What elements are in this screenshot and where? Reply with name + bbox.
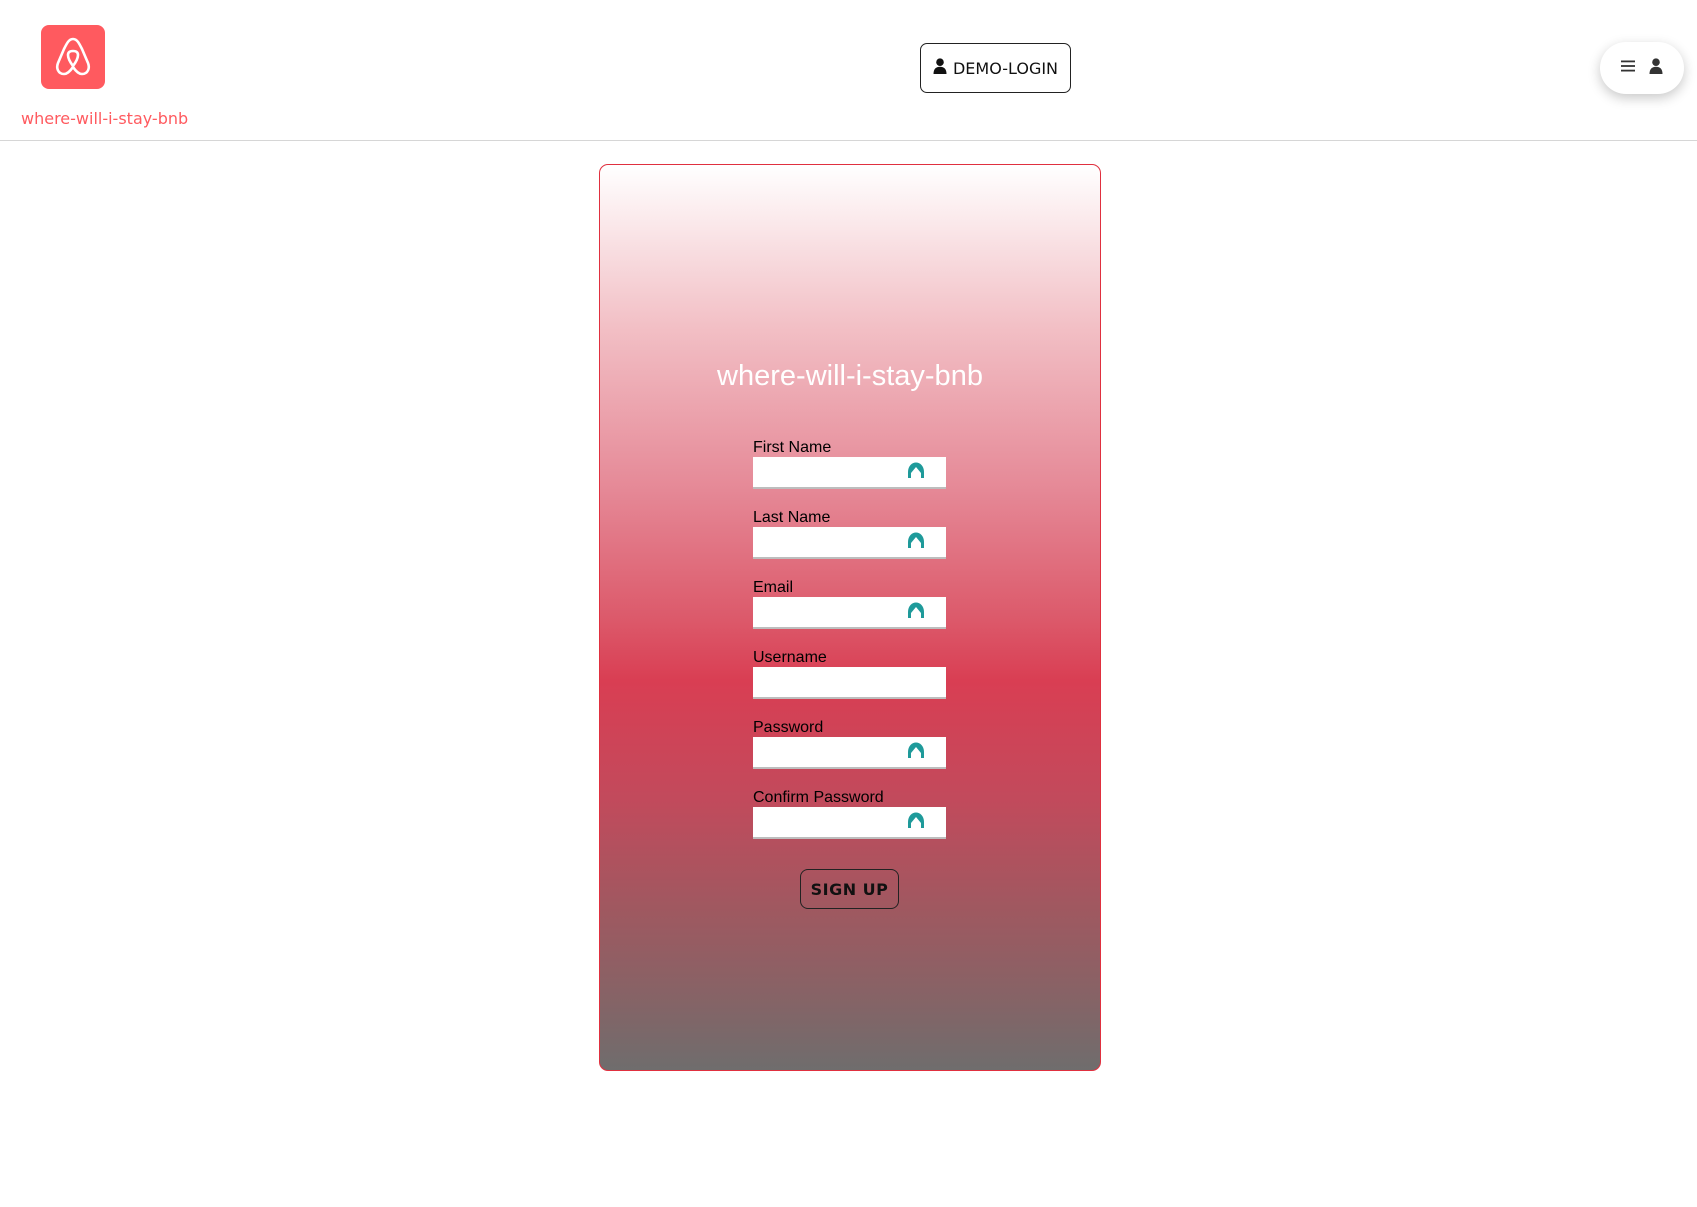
password-label: Password [753,719,824,736]
demo-login-button[interactable]: DEMO-LOGIN [920,43,1071,93]
airbnb-logo-icon[interactable] [41,25,105,89]
form-title: where-will-i-stay-bnb [717,360,983,392]
autofill-icon[interactable] [906,601,926,624]
last-name-input[interactable] [753,527,946,559]
autofill-icon[interactable] [906,741,926,764]
profile-menu-button[interactable] [1600,42,1684,94]
site-name-link[interactable]: where-will-i-stay-bnb [21,109,188,128]
first-name-input[interactable] [753,457,946,489]
confirm-password-label: Confirm Password [753,789,884,806]
top-nav: where-will-i-stay-bnb DEMO-LOGIN [0,0,1697,141]
demo-login-label: DEMO-LOGIN [952,58,1059,78]
autofill-icon[interactable] [906,811,926,834]
password-input[interactable] [753,737,946,769]
autofill-icon[interactable] [906,461,926,484]
last-name-label: Last Name [753,509,831,526]
username-label: Username [753,649,827,666]
username-input[interactable] [753,667,946,699]
confirm-password-input[interactable] [753,807,946,839]
sign-up-button[interactable]: SIGN UP [800,869,899,909]
menu-icon [1621,59,1635,77]
email-label: Email [753,579,794,596]
first-name-label: First Name [753,439,832,456]
user-icon [933,58,947,78]
signup-card: where-will-i-stay-bnb First Name Last Na… [599,164,1101,1071]
autofill-icon[interactable] [906,531,926,554]
email-input[interactable] [753,597,946,629]
user-icon [1649,57,1663,79]
